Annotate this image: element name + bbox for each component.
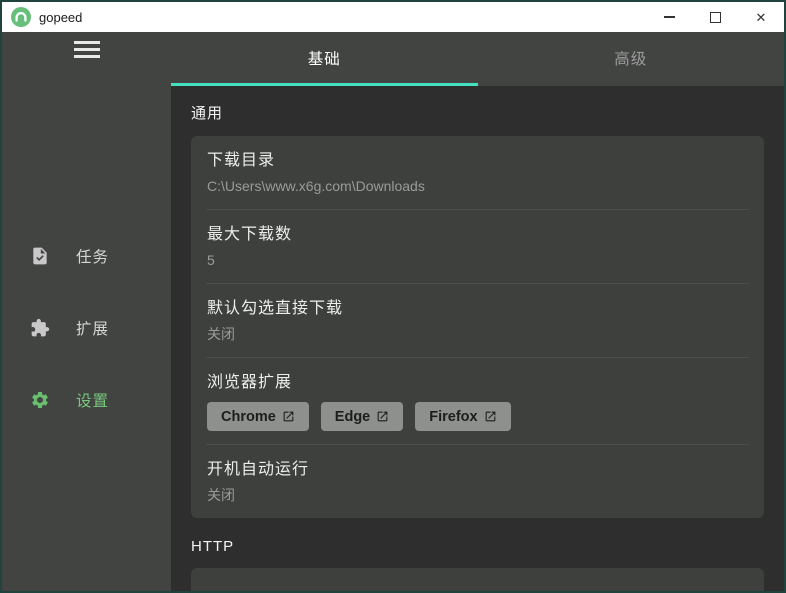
chrome-extension-button[interactable]: Chrome [207, 402, 309, 431]
tab-basic[interactable]: 基础 [171, 32, 478, 86]
sidebar: 任务 扩展 设置 [2, 32, 171, 591]
app-body: 任务 扩展 设置 基础 高级 通用 下载目录 C:\Users\www.x6g.… [2, 32, 784, 591]
general-settings-card: 下载目录 C:\Users\www.x6g.com\Downloads 最大下载… [191, 136, 764, 518]
setting-title: 默认勾选直接下载 [207, 300, 344, 317]
hamburger-menu-icon[interactable] [73, 41, 100, 58]
section-title-http: HTTP [191, 538, 235, 555]
setting-value: 关闭 [207, 487, 235, 503]
section-title-general: 通用 [191, 105, 224, 122]
settings-content: 通用 下载目录 C:\Users\www.x6g.com\Downloads 最… [171, 86, 784, 591]
puzzle-piece-icon [30, 318, 50, 338]
app-window: gopeed ✕ 任务 扩展 设置 基础 高级 通用 下载目录 C:\Users… [0, 0, 786, 593]
tab-advanced[interactable]: 高级 [478, 32, 785, 86]
setting-browser-extension: 浏览器扩展 Chrome Edge Firefox [191, 358, 764, 444]
minimize-icon[interactable] [646, 2, 692, 32]
edge-extension-button[interactable]: Edge [320, 402, 404, 431]
setting-launch-at-startup[interactable]: 开机自动运行 关闭 [191, 445, 764, 518]
window-title: gopeed [39, 9, 83, 25]
close-icon[interactable]: ✕ [738, 2, 784, 32]
setting-value: C:\Users\www.x6g.com\Downloads [207, 178, 425, 194]
main-panel: 基础 高级 通用 下载目录 C:\Users\www.x6g.com\Downl… [171, 32, 784, 591]
sidebar-nav: 任务 扩展 设置 [2, 242, 171, 458]
sidebar-item-label: 设置 [76, 393, 110, 410]
gear-icon [30, 390, 50, 410]
window-controls: ✕ [646, 2, 784, 32]
sidebar-item-extensions[interactable]: 扩展 [2, 314, 171, 342]
gopeed-logo-icon [11, 7, 31, 27]
setting-value: 5 [207, 252, 215, 268]
titlebar: gopeed ✕ [2, 2, 784, 32]
button-label: Firefox [429, 408, 478, 425]
open-in-new-icon [485, 411, 495, 422]
task-document-check-icon [30, 246, 50, 266]
firefox-extension-button[interactable]: Firefox [415, 402, 511, 431]
setting-max-downloads[interactable]: 最大下载数 5 [191, 210, 764, 283]
browser-extension-buttons: Chrome Edge Firefox [207, 402, 748, 431]
open-in-new-icon [283, 411, 294, 422]
setting-title: 下载目录 [207, 152, 276, 169]
setting-title: 最大下载数 [207, 226, 293, 243]
setting-value: 关闭 [207, 326, 235, 342]
maximize-icon[interactable] [692, 2, 738, 32]
sidebar-item-label: 任务 [76, 249, 110, 266]
tab-bar: 基础 高级 [171, 32, 784, 86]
setting-title: 开机自动运行 [207, 461, 310, 478]
sidebar-item-settings[interactable]: 设置 [2, 386, 171, 414]
open-in-new-icon [377, 411, 388, 422]
sidebar-item-tasks[interactable]: 任务 [2, 242, 171, 270]
button-label: Chrome [221, 408, 276, 425]
sidebar-item-label: 扩展 [76, 321, 110, 338]
button-label: Edge [334, 408, 371, 425]
setting-title: 浏览器扩展 [207, 374, 293, 391]
setting-download-directory[interactable]: 下载目录 C:\Users\www.x6g.com\Downloads [191, 136, 764, 209]
http-settings-card [191, 568, 764, 591]
setting-default-direct-download[interactable]: 默认勾选直接下载 关闭 [191, 284, 764, 357]
